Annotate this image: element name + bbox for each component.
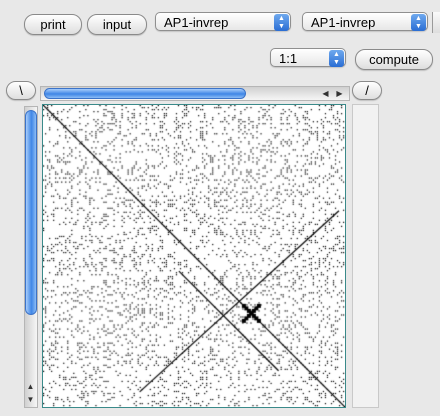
arrow-down-icon[interactable]: ▼ bbox=[25, 394, 36, 405]
dotplot-canvas bbox=[43, 105, 345, 407]
input-button[interactable]: input bbox=[87, 14, 147, 35]
print-button[interactable]: print bbox=[24, 14, 82, 35]
up-down-arrows-icon: ▲ ▼ bbox=[411, 14, 426, 31]
up-down-arrows-icon: ▲ ▼ bbox=[329, 50, 344, 67]
horizontal-scroll-thumb[interactable] bbox=[44, 88, 246, 99]
arrow-up-icon[interactable]: ▲ bbox=[25, 381, 36, 392]
nav-left-label: \ bbox=[19, 83, 23, 98]
sequence-a-value: AP1-invrep bbox=[164, 15, 229, 30]
sequence-a-select[interactable]: AP1-invrep ▲ ▼ bbox=[155, 12, 291, 31]
arrow-left-icon[interactable]: ◀ bbox=[320, 88, 331, 99]
nav-left-button[interactable]: \ bbox=[6, 81, 36, 100]
up-down-arrows-icon: ▲ ▼ bbox=[274, 14, 289, 31]
ratio-select[interactable]: 1:1 ▲ ▼ bbox=[270, 48, 346, 67]
arrow-right-icon[interactable]: ▶ bbox=[334, 88, 345, 99]
nav-right-label: / bbox=[365, 83, 369, 98]
side-panel bbox=[352, 104, 379, 408]
compute-button[interactable]: compute bbox=[355, 49, 433, 70]
dotplot-matrix[interactable] bbox=[42, 104, 346, 408]
nav-right-button[interactable]: / bbox=[352, 81, 382, 100]
input-button-label: input bbox=[102, 17, 132, 32]
print-button-label: print bbox=[40, 17, 66, 32]
toolbar-overflow-edge bbox=[432, 12, 440, 33]
compute-button-label: compute bbox=[369, 52, 419, 67]
sequence-b-select[interactable]: AP1-invrep ▲ ▼ bbox=[302, 12, 428, 31]
vertical-scroll-thumb[interactable] bbox=[25, 110, 37, 315]
sequence-b-value: AP1-invrep bbox=[311, 15, 376, 30]
ratio-value: 1:1 bbox=[279, 51, 298, 66]
